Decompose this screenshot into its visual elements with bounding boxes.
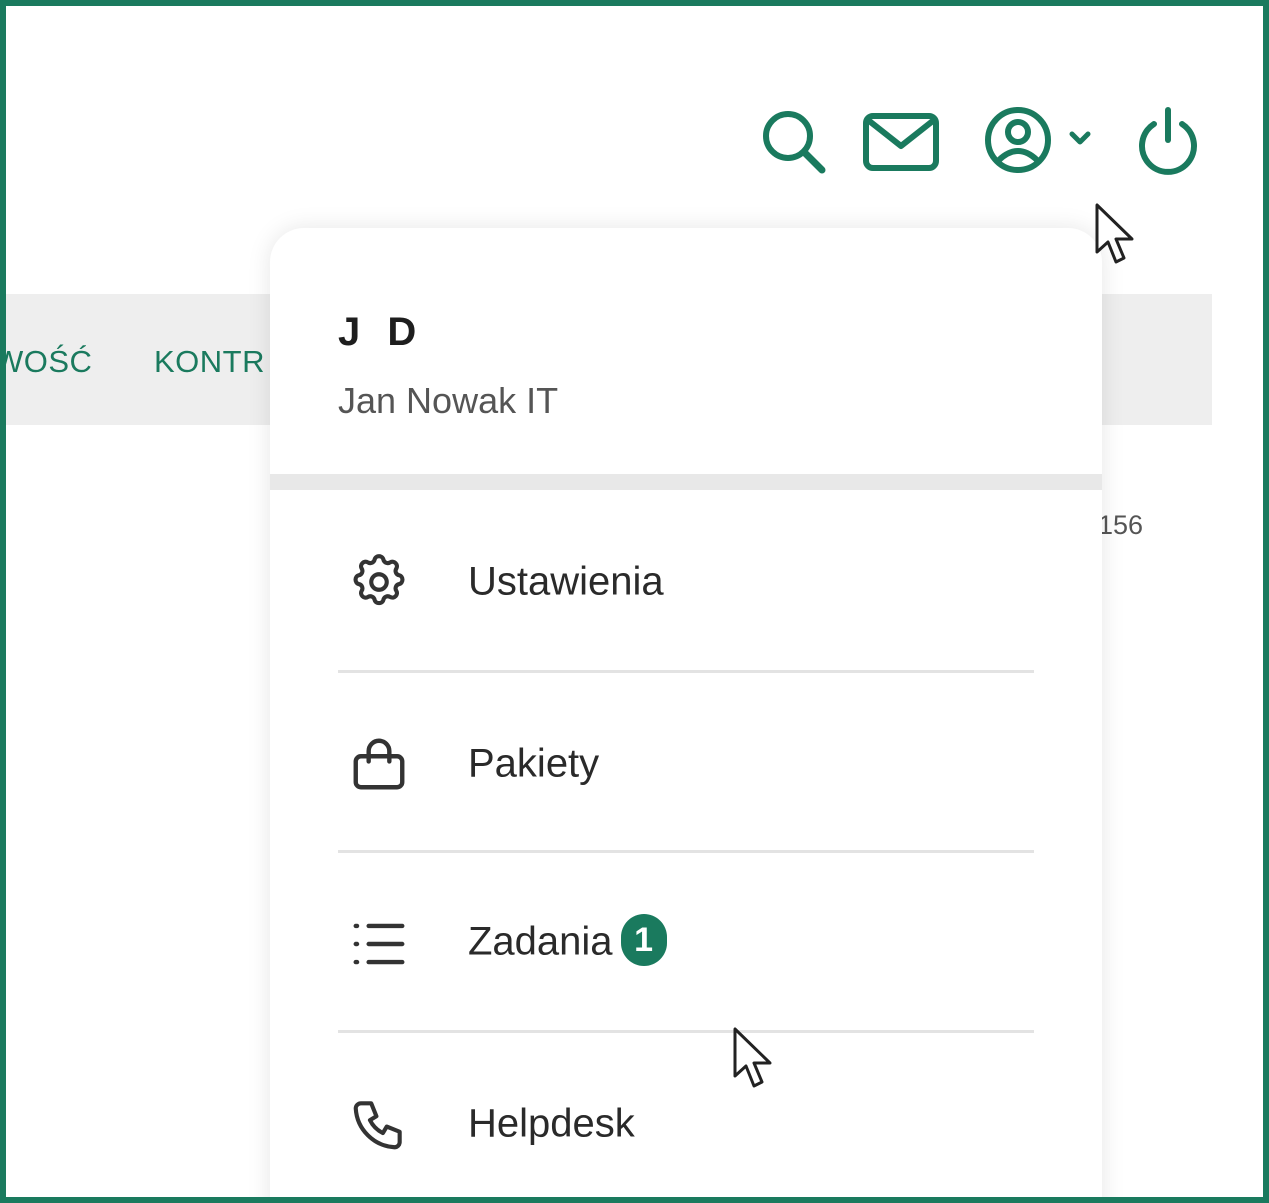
gear-icon (348, 551, 410, 613)
menu-item-label: Ustawienia (468, 559, 664, 604)
nav-item-2[interactable]: KONTR (154, 344, 265, 380)
user-dropdown-menu: J D Jan Nowak IT Ustawienia Pakiety Zada… (270, 228, 1102, 1197)
menu-item-label-wrap: Zadania 1 (468, 914, 667, 970)
menu-item-packages[interactable]: Pakiety (338, 674, 1034, 854)
menu-divider (338, 670, 1034, 673)
mail-icon[interactable] (862, 112, 940, 172)
phone-icon (348, 1093, 410, 1155)
menu-item-helpdesk[interactable]: Helpdesk (338, 1034, 1034, 1197)
background-number: 156 (1098, 510, 1144, 540)
menu-item-label: Zadania (468, 919, 613, 964)
user-initials: J D (338, 310, 425, 354)
menu-item-label: Helpdesk (468, 1101, 635, 1146)
menu-item-label: Pakiety (468, 741, 600, 786)
menu-item-tasks[interactable]: Zadania 1 (338, 854, 1034, 1034)
user-menu-toggle[interactable] (984, 106, 1100, 178)
list-icon (348, 913, 410, 975)
app-window: WOŚĆ KONTR 156 J D Jan Nowak IT Ustawien… (0, 0, 1269, 1203)
chevron-down-icon (1069, 131, 1091, 145)
tasks-count-badge: 1 (620, 914, 667, 966)
menu-divider (338, 1030, 1034, 1033)
shopping-bag-icon (348, 733, 410, 795)
power-icon[interactable] (1134, 106, 1202, 178)
search-icon[interactable] (758, 106, 830, 178)
dropdown-header-divider (270, 474, 1102, 490)
mouse-cursor-icon (1094, 202, 1138, 268)
user-company-name: Jan Nowak IT (338, 380, 559, 421)
mouse-cursor-icon (732, 1026, 776, 1092)
menu-item-settings[interactable]: Ustawienia (338, 492, 1034, 672)
user-circle-icon (985, 107, 1051, 173)
menu-divider (338, 850, 1034, 853)
nav-item-1[interactable]: WOŚĆ (6, 344, 92, 380)
